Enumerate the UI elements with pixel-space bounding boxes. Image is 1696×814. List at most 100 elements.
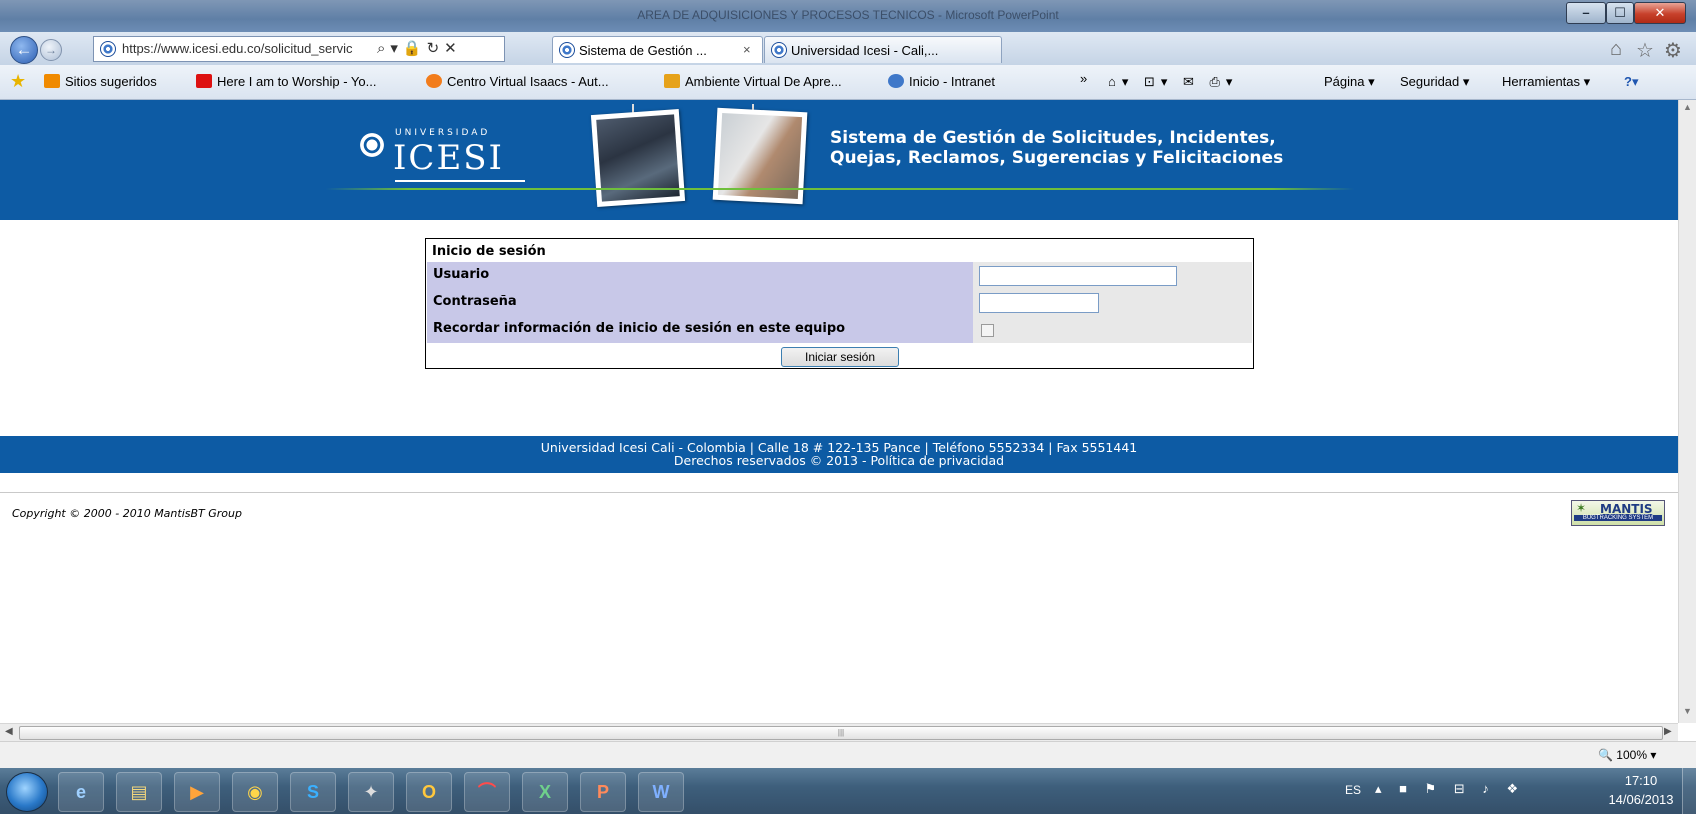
vertical-scrollbar[interactable]: ▲ ▼ (1678, 100, 1696, 723)
taskbar: e ▤ ▶ ◉ S ✦ O ⌒ X P W ES ▴ ■ ⚑ ⊟ ♪ ❖ 17:… (0, 768, 1696, 814)
zoom-level[interactable]: 🔍 100% ▾ (1598, 748, 1656, 762)
copyright-text: Copyright © 2000 - 2010 MantisBT Group (12, 507, 242, 520)
tab-close-icon[interactable]: × (743, 42, 751, 57)
password-value-cell (973, 289, 1252, 316)
mantis-logo-name: MANTIS (1600, 502, 1653, 516)
page-menu[interactable]: Página ▾ (1324, 74, 1375, 90)
scroll-left-icon[interactable]: ◀ (5, 726, 13, 737)
status-bar: 🔍 100% ▾ (0, 741, 1696, 769)
suggested-sites-icon (44, 74, 60, 88)
header-title: Sistema de Gestión de Solicitudes, Incid… (830, 128, 1283, 168)
logo-icesi-text: ICESI (393, 138, 504, 178)
favorites-star-icon[interactable]: ★ (10, 71, 26, 92)
favorite-centro-virtual[interactable]: Centro Virtual Isaacs - Aut... (426, 74, 609, 89)
language-indicator[interactable]: ES (1345, 783, 1361, 797)
username-row: Usuario (427, 262, 1252, 289)
logo-underline (395, 180, 525, 182)
favorite-inicio-intranet[interactable]: Inicio - Intranet (888, 74, 995, 89)
footer-rights[interactable]: Derechos reservados © 2013 - Política de… (0, 454, 1678, 467)
back-button[interactable]: ← (10, 36, 38, 64)
horizontal-scroll-thumb[interactable]: ||| (19, 726, 1663, 740)
favorites-star-icon[interactable]: ☆ (1636, 38, 1654, 63)
mantis-logo-tagline: BUGTRACKING SYSTEM (1574, 515, 1662, 521)
help-icon[interactable]: ?▾ (1624, 74, 1638, 90)
centro-virtual-icon (426, 74, 442, 88)
address-tools-icon[interactable]: ⌕▾🔒↻✕ (377, 39, 462, 57)
moodle-icon (664, 74, 680, 88)
clock-time[interactable]: 17:10 (1606, 773, 1676, 788)
home-icon[interactable]: ⌂ (1610, 38, 1622, 61)
favorite-label: Centro Virtual Isaacs - Aut... (447, 74, 609, 89)
word-icon[interactable]: W (638, 772, 684, 812)
favorite-label: Ambiente Virtual De Apre... (685, 74, 842, 89)
favorite-here-i-am[interactable]: Here I am to Worship - Yo... (196, 74, 376, 89)
password-input[interactable] (979, 293, 1099, 313)
username-value-cell (973, 262, 1252, 289)
favorite-label: Sitios sugeridos (65, 74, 157, 89)
favorite-sitios-sugeridos[interactable]: Sitios sugeridos (44, 74, 157, 89)
login-button[interactable]: Iniciar sesión (781, 347, 899, 367)
settings-gear-icon[interactable]: ⚙ (1664, 38, 1682, 63)
site-footer: Universidad Icesi Cali - Colombia | Call… (0, 436, 1678, 473)
tab-label: Sistema de Gestión ... (579, 43, 707, 58)
tab-sistema-gestion[interactable]: Sistema de Gestión ... × (552, 36, 763, 63)
favorite-ambiente-virtual[interactable]: Ambiente Virtual De Apre... (664, 74, 842, 89)
username-label-cell: Usuario (427, 262, 973, 289)
security-menu[interactable]: Seguridad ▾ (1400, 74, 1469, 90)
zoom-icon: 🔍 (1598, 748, 1613, 762)
tab-universidad-icesi[interactable]: Universidad Icesi - Cali,... (764, 36, 1002, 63)
close-window-button[interactable]: ✕ (1634, 2, 1686, 24)
window-titlebar: AREA DE ADQUISICIONES Y PROCESOS TECNICO… (0, 0, 1696, 32)
tab-favicon-icon (559, 42, 575, 58)
forward-button[interactable]: → (40, 39, 62, 61)
skype-icon[interactable]: S (290, 772, 336, 812)
username-input[interactable] (979, 266, 1177, 286)
zoom-value: 100% (1616, 748, 1647, 762)
remember-value-cell (973, 316, 1252, 343)
tab-favicon-icon (771, 42, 787, 58)
powerpoint-icon[interactable]: P (580, 772, 626, 812)
site-header: UNIVERSIDAD ICESI Sistema de Gestión de … (0, 100, 1678, 220)
media-icon[interactable]: ▶ (174, 772, 220, 812)
chrome-icon[interactable]: ◉ (232, 772, 278, 812)
page-content: UNIVERSIDAD ICESI Sistema de Gestión de … (0, 100, 1678, 723)
login-heading: Inicio de sesión (432, 244, 546, 259)
scroll-down-icon[interactable]: ▼ (1683, 706, 1692, 716)
password-row: Contraseña (427, 289, 1252, 316)
acrobat-icon[interactable]: ⌒ (464, 772, 510, 812)
favorite-label: Inicio - Intranet (909, 74, 995, 89)
clock-date[interactable]: 14/06/2013 (1606, 792, 1676, 807)
maximize-button[interactable]: ☐ (1606, 2, 1634, 24)
remember-row: Recordar información de inicio de sesión… (427, 316, 1252, 343)
tab-label: Universidad Icesi - Cali,... (791, 43, 939, 58)
explorer-icon[interactable]: ▤ (116, 772, 162, 812)
tools-menu[interactable]: Herramientas ▾ (1502, 74, 1590, 90)
start-button[interactable] (6, 772, 48, 812)
username-label: Usuario (433, 267, 490, 282)
site-favicon-icon (100, 41, 116, 57)
separator (0, 492, 1678, 493)
password-label-cell: Contraseña (427, 289, 973, 316)
chevron-more-icon[interactable]: » (1080, 71, 1087, 86)
scroll-up-icon[interactable]: ▲ (1683, 102, 1692, 112)
mantis-logo[interactable]: ✶ MANTIS BUGTRACKING SYSTEM (1571, 500, 1665, 526)
horizontal-scrollbar[interactable]: ◀ ||| ▶ (0, 723, 1678, 742)
scroll-right-icon[interactable]: ▶ (1664, 726, 1672, 737)
ie-icon[interactable]: e (58, 772, 104, 812)
remember-checkbox[interactable] (981, 324, 994, 337)
header-photo-classroom (590, 109, 686, 207)
app-icon[interactable]: ✦ (348, 772, 394, 812)
logo-universidad-text: UNIVERSIDAD (395, 128, 491, 138)
favorites-bar: ★ Sitios sugeridos Here I am to Worship … (0, 65, 1696, 100)
command-icons[interactable]: ⌂▾ ⊡▾ ✉ ⎙▾ (1108, 74, 1238, 90)
address-url[interactable]: https://www.icesi.edu.co/solicitud_servi… (122, 41, 372, 56)
minimize-button[interactable]: – (1566, 2, 1606, 24)
system-tray-icons[interactable]: ▴ ■ ⚑ ⊟ ♪ ❖ (1375, 781, 1525, 797)
show-desktop-button[interactable] (1682, 768, 1696, 814)
favorite-label: Here I am to Worship - Yo... (217, 74, 377, 89)
address-bar[interactable]: https://www.icesi.edu.co/solicitud_servi… (93, 36, 505, 62)
window-title: AREA DE ADQUISICIONES Y PROCESOS TECNICO… (637, 8, 1059, 22)
excel-icon[interactable]: X (522, 772, 568, 812)
youtube-icon (196, 74, 212, 88)
outlook-icon[interactable]: O (406, 772, 452, 812)
